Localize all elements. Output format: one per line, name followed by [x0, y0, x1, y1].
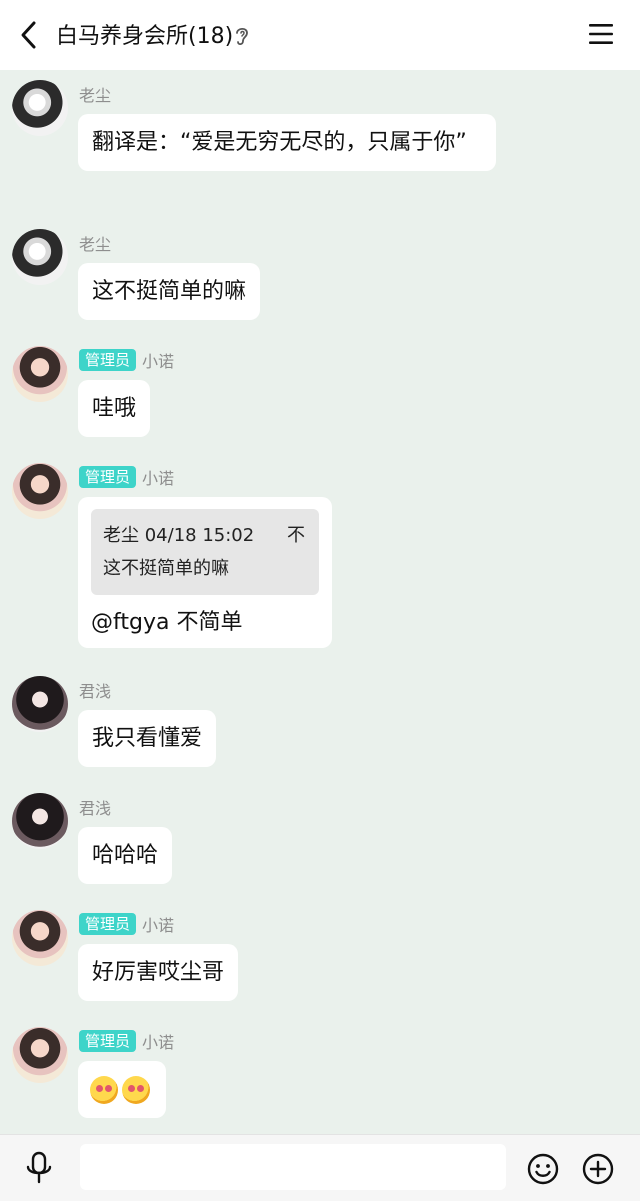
message-bubble[interactable]: 哈哈哈: [78, 827, 173, 884]
chat-header: 白马养身会所(18): [0, 0, 640, 70]
message-text: 哇哦: [92, 396, 137, 421]
message-bubble[interactable]: 这不挺简单的嘛: [78, 263, 261, 320]
message-bubble[interactable]: 我只看懂爱: [78, 710, 217, 767]
admin-badge: 管理员: [79, 466, 137, 488]
admin-badge: 管理员: [79, 1030, 137, 1052]
message-list[interactable]: 老尘 翻译是：“爱是无穷无尽的，只属于你” 老尘 这不挺简单的嘛 管理员 小诺 …: [0, 70, 640, 1134]
sender-name: 老尘: [79, 235, 112, 254]
message-bubble[interactable]: 老尘 04/18 15:02 这不挺简单的嘛 不 @ftgya 不简单: [78, 497, 332, 648]
sender-name: 小诺: [142, 1033, 175, 1052]
avatar[interactable]: [12, 1027, 68, 1083]
hamburger-menu-icon[interactable]: [588, 21, 614, 47]
sender-name: 小诺: [142, 469, 175, 488]
avatar[interactable]: [12, 80, 68, 136]
message-text: 哈哈哈: [92, 843, 159, 868]
message-bubble[interactable]: 好厉害哎尘哥: [78, 944, 239, 1001]
avatar[interactable]: [12, 910, 68, 966]
avatar[interactable]: [12, 793, 68, 849]
sender-name: 老尘: [79, 86, 112, 105]
message-text: 我只看懂爱: [92, 726, 203, 751]
plus-circle-icon[interactable]: [582, 1153, 614, 1185]
sender-name: 君浅: [79, 682, 112, 701]
quote-text: 这不挺简单的嘛: [103, 558, 229, 579]
heart-eyes-emoji: [122, 1076, 150, 1104]
message-text: 好厉害哎尘哥: [92, 960, 225, 985]
avatar[interactable]: [12, 463, 68, 519]
message-text: 这不挺简单的嘛: [92, 279, 247, 304]
message-text: 翻译是：“爱是无穷无尽的，只属于你”: [92, 130, 467, 155]
message-input[interactable]: [80, 1144, 506, 1190]
avatar[interactable]: [12, 346, 68, 402]
quote-close[interactable]: 不: [287, 519, 305, 552]
admin-badge: 管理员: [79, 913, 137, 935]
message-bubble[interactable]: 翻译是：“爱是无穷无尽的，只属于你”: [78, 114, 496, 171]
quote-header: 老尘 04/18 15:02: [103, 525, 255, 546]
message-text: @ftgya 不简单: [91, 610, 243, 635]
admin-badge: 管理员: [79, 349, 137, 371]
avatar[interactable]: [12, 229, 68, 285]
message-bubble[interactable]: 哇哦: [78, 380, 151, 437]
chevron-left-icon: [21, 21, 36, 49]
sender-name: 小诺: [142, 916, 175, 935]
avatar[interactable]: [12, 676, 68, 732]
ear-icon: [236, 27, 248, 46]
heart-eyes-emoji: [90, 1076, 118, 1104]
chat-title: 白马养身会所(18): [56, 24, 234, 49]
smiley-icon[interactable]: [527, 1153, 559, 1185]
quoted-message[interactable]: 老尘 04/18 15:02 这不挺简单的嘛 不: [91, 509, 319, 595]
microphone-icon[interactable]: [24, 1151, 54, 1185]
input-bar: [0, 1134, 640, 1201]
sender-name: 小诺: [142, 352, 175, 371]
message-bubble[interactable]: [78, 1061, 166, 1118]
back-button[interactable]: [14, 17, 42, 53]
sender-name: 君浅: [79, 799, 112, 818]
